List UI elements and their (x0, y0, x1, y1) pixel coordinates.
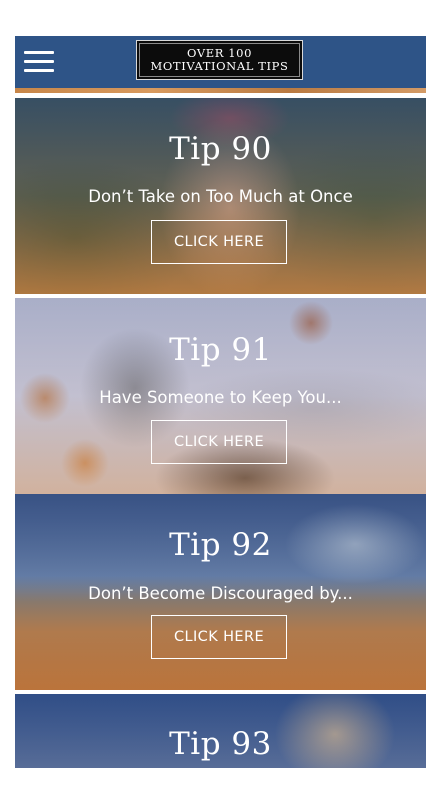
tip-card-93[interactable]: Tip 93 (15, 694, 426, 768)
menu-icon[interactable] (24, 51, 54, 73)
tip-card-91[interactable]: Tip 91 Have Someone to Keep You... CLICK… (15, 298, 426, 494)
tip-title: Tip 91 (169, 332, 272, 368)
app-header: OVER 100 MOTIVATIONAL TIPS (15, 36, 426, 88)
tip-description: Don’t Become Discouraged by... (88, 584, 353, 603)
tip-description: Don’t Take on Too Much at Once (88, 187, 353, 206)
bottom-margin (0, 768, 441, 800)
tip-card-92[interactable]: Tip 92 Don’t Become Discouraged by... CL… (15, 494, 426, 690)
click-here-button[interactable]: CLICK HERE (151, 420, 287, 464)
logo-line-2: MOTIVATIONAL TIPS (150, 59, 289, 73)
header-image-strip (15, 88, 426, 93)
tip-description: Have Someone to Keep You... (99, 388, 342, 407)
tip-title: Tip 90 (169, 131, 272, 167)
tip-title: Tip 93 (169, 726, 272, 762)
click-here-button[interactable]: CLICK HERE (151, 220, 287, 264)
tip-title: Tip 92 (169, 527, 272, 563)
click-here-button[interactable]: CLICK HERE (151, 615, 287, 659)
tip-card-90[interactable]: Tip 90 Don’t Take on Too Much at Once CL… (15, 98, 426, 294)
app-logo[interactable]: OVER 100 MOTIVATIONAL TIPS (136, 40, 303, 80)
